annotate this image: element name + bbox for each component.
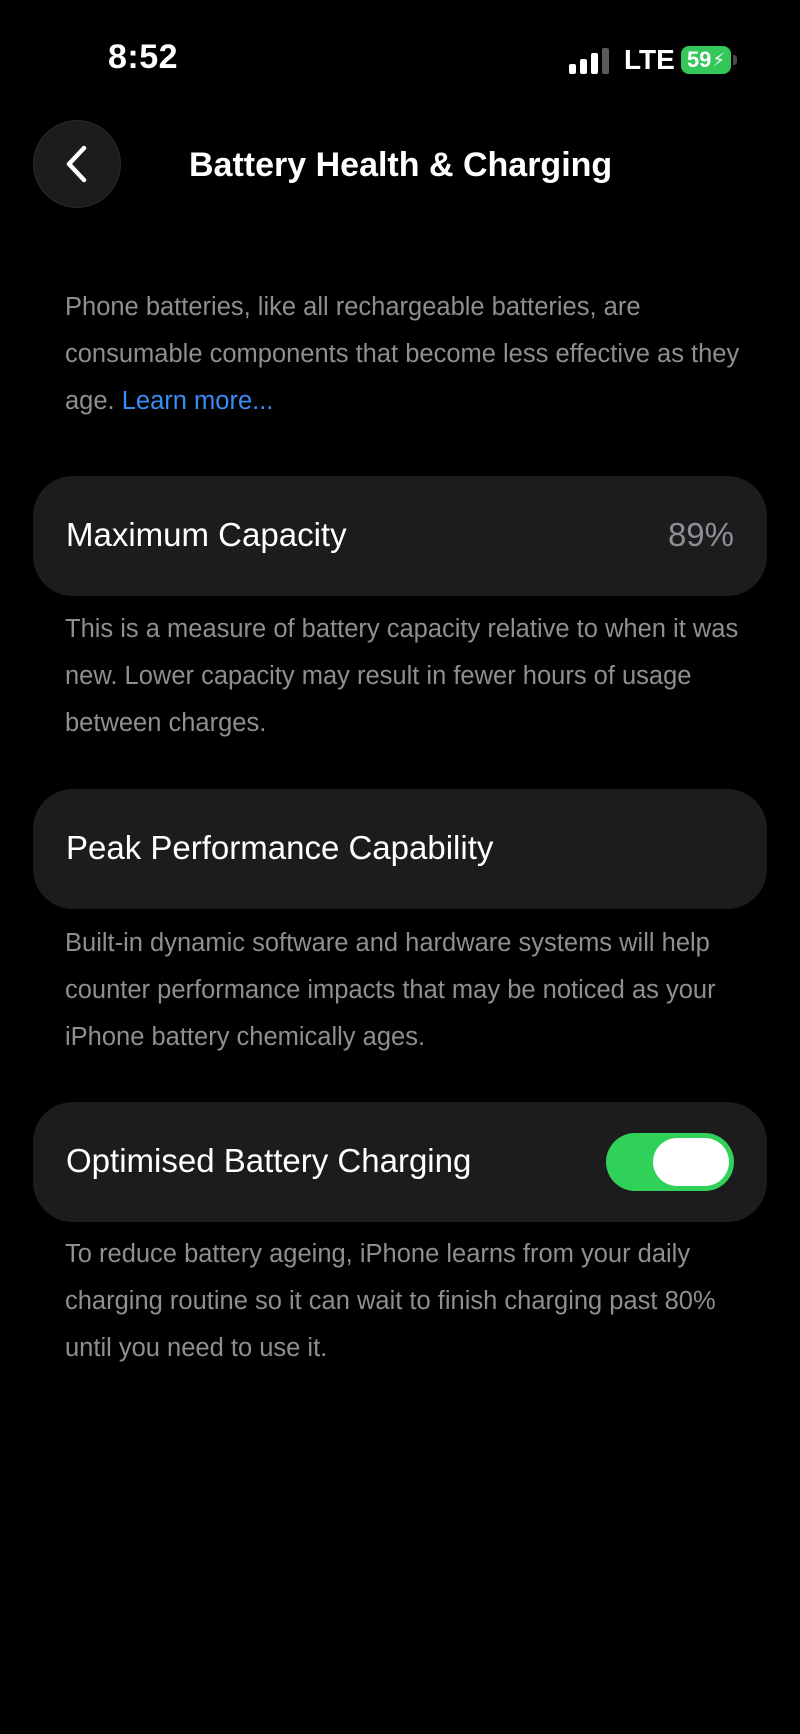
network-type: LTE bbox=[624, 44, 675, 75]
maximum-capacity-value: 89% bbox=[667, 516, 734, 553]
maximum-capacity-description: This is a measure of battery capacity re… bbox=[65, 615, 739, 737]
maximum-capacity-label: Maximum Capacity bbox=[66, 516, 347, 553]
intro-description: Phone batteries, like all rechargeable b… bbox=[65, 284, 745, 425]
page-title: Battery Health & Charging bbox=[189, 146, 613, 184]
bolt-icon: ⚡ bbox=[712, 50, 726, 70]
peak-performance-label: Peak Performance Capability bbox=[66, 829, 494, 866]
learn-more-link[interactable]: Learn more... bbox=[122, 387, 274, 415]
peak-performance-row[interactable]: Peak Performance Capability bbox=[33, 789, 767, 909]
battery-level: 59 bbox=[686, 47, 712, 72]
optimised-charging-toggle[interactable] bbox=[606, 1133, 734, 1191]
signal-bars-icon bbox=[569, 48, 609, 74]
toggle-knob[interactable] bbox=[653, 1138, 729, 1186]
battery-body: 59 ⚡ bbox=[681, 46, 731, 74]
status-time: 8:52 bbox=[108, 38, 179, 76]
maximum-capacity-row: Maximum Capacity 89% bbox=[33, 476, 767, 596]
battery-charging-icon: 59 ⚡ bbox=[681, 46, 737, 74]
chevron-left-icon bbox=[66, 145, 87, 183]
back-button[interactable] bbox=[33, 120, 121, 208]
optimised-charging-row: Optimised Battery Charging bbox=[33, 1102, 767, 1222]
battery-cap bbox=[733, 55, 737, 65]
optimised-charging-description: To reduce battery ageing, iPhone learns … bbox=[65, 1240, 716, 1362]
optimised-charging-label: Optimised Battery Charging bbox=[66, 1142, 472, 1179]
peak-performance-description: Built-in dynamic software and hardware s… bbox=[65, 929, 716, 1051]
status-bar: 8:52 LTE 59 ⚡ bbox=[0, 0, 800, 110]
